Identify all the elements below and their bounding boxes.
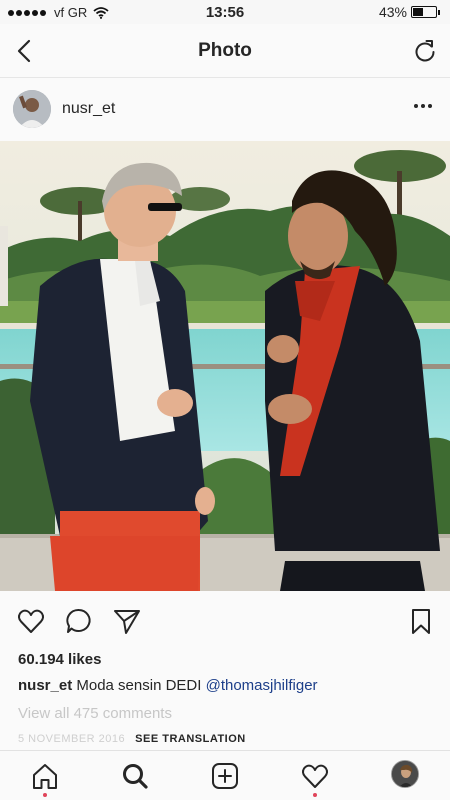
share-icon[interactable] (112, 606, 142, 636)
post-header: nusr_et (0, 79, 450, 141)
post-actions (0, 600, 450, 640)
status-bar: vf GR 13:56 43% (0, 0, 450, 24)
comment-icon[interactable] (64, 606, 94, 636)
avatar[interactable] (13, 90, 51, 128)
post-username[interactable]: nusr_et (62, 100, 115, 118)
caption: nusr_et Moda sensin DEDI @thomasjhilfige… (18, 677, 318, 694)
battery-icon (411, 6, 437, 18)
caption-mention[interactable]: @thomasjhilfiger (206, 677, 318, 694)
profile-avatar[interactable] (391, 760, 419, 788)
battery-nub (438, 9, 440, 15)
page-title: Photo (198, 40, 252, 61)
likes-count[interactable]: 60.194 likes (18, 651, 101, 668)
search-icon[interactable] (120, 761, 150, 791)
caption-username[interactable]: nusr_et (18, 677, 72, 694)
refresh-icon[interactable] (412, 37, 438, 65)
heart-icon[interactable] (16, 606, 46, 636)
photo-illustration (0, 141, 450, 591)
post-date: 5 NOVEMBER 2016 (18, 733, 126, 745)
activity-heart-icon[interactable] (300, 761, 330, 791)
home-notification-dot (43, 793, 47, 797)
activity-notification-dot (313, 793, 317, 797)
post-meta: 5 NOVEMBER 2016 SEE TRANSLATION (18, 733, 246, 745)
post-photo[interactable] (0, 141, 450, 591)
add-post-icon[interactable] (210, 761, 240, 791)
tab-bar (0, 750, 450, 800)
view-comments-link[interactable]: View all 475 comments (18, 705, 172, 722)
battery-level (413, 8, 424, 16)
battery-percent: 43% (378, 4, 407, 20)
nav-bar: Photo (0, 24, 450, 78)
status-right: 43% (379, 4, 440, 20)
home-icon[interactable] (30, 761, 60, 791)
more-horizontal-icon[interactable] (414, 104, 432, 108)
see-translation-link[interactable]: SEE TRANSLATION (135, 733, 246, 745)
caption-text: Moda sensin DEDI (76, 677, 202, 694)
bookmark-icon[interactable] (406, 606, 436, 636)
